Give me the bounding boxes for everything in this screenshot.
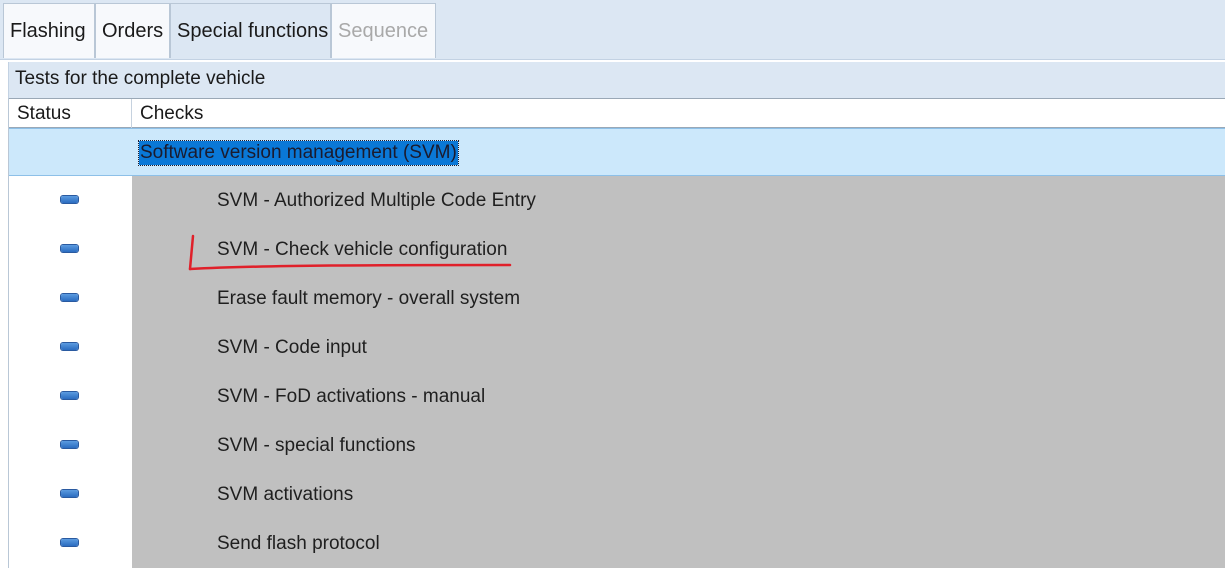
table-row[interactable]: SVM - Code input: [9, 323, 1225, 372]
check-cell: SVM - Code input: [132, 323, 1225, 372]
status-pending-icon: [61, 245, 78, 252]
table-row[interactable]: Send flash protocol: [9, 519, 1225, 568]
check-label: SVM - Code input: [217, 337, 367, 358]
column-header-status[interactable]: Status: [9, 99, 132, 128]
status-pending-icon: [61, 294, 78, 301]
check-label: SVM - Authorized Multiple Code Entry: [217, 190, 536, 211]
status-pending-icon: [61, 539, 78, 546]
status-pending-icon: [61, 490, 78, 497]
status-cell: [9, 176, 132, 225]
status-pending-icon: [61, 441, 78, 448]
status-cell: [9, 372, 132, 421]
status-pending-icon: [61, 392, 78, 399]
checks-table: Status Checks Software version managemen…: [8, 98, 1225, 568]
status-pending-icon: [61, 343, 78, 350]
table-row[interactable]: SVM activations: [9, 470, 1225, 519]
tab-orders[interactable]: Orders: [95, 3, 170, 58]
check-label: Erase fault memory - overall system: [217, 288, 521, 309]
status-pending-icon: [61, 196, 78, 203]
status-cell: [9, 323, 132, 372]
check-cell: SVM - special functions: [132, 421, 1225, 470]
table-row[interactable]: SVM - special functions: [9, 421, 1225, 470]
status-cell: [9, 225, 132, 274]
tab-flashing[interactable]: Flashing: [3, 3, 95, 58]
tab-strip: Flashing Orders Special functions Sequen…: [0, 0, 1225, 60]
status-cell: [9, 274, 132, 323]
status-cell: [9, 470, 132, 519]
check-cell: Send flash protocol: [132, 519, 1225, 568]
check-label: SVM - FoD activations - manual: [217, 386, 486, 407]
check-cell: SVM - FoD activations - manual: [132, 372, 1225, 421]
status-cell: [9, 519, 132, 568]
check-cell: SVM activations: [132, 470, 1225, 519]
group-row-svm[interactable]: Software version management (SVM): [9, 128, 1225, 176]
tab-special-functions[interactable]: Special functions: [170, 3, 331, 58]
status-cell: [9, 421, 132, 470]
table-row[interactable]: SVM - FoD activations - manual: [9, 372, 1225, 421]
check-cell: SVM - Authorized Multiple Code Entry: [132, 176, 1225, 225]
check-label: SVM - Check vehicle configuration: [217, 239, 508, 260]
check-cell: SVM - Check vehicle configuration: [132, 225, 1225, 274]
tab-sequence: Sequence: [331, 3, 436, 58]
check-label: Send flash protocol: [217, 533, 380, 554]
section-title: Tests for the complete vehicle: [8, 62, 1225, 98]
table-row[interactable]: Erase fault memory - overall system: [9, 274, 1225, 323]
app-window: Flashing Orders Special functions Sequen…: [0, 0, 1225, 585]
group-label: Software version management (SVM): [138, 140, 459, 166]
table-row[interactable]: SVM - Authorized Multiple Code Entry: [9, 176, 1225, 225]
column-header-checks[interactable]: Checks: [132, 99, 1225, 128]
table-header: Status Checks: [9, 98, 1225, 128]
check-cell: Erase fault memory - overall system: [132, 274, 1225, 323]
check-rows: SVM - Authorized Multiple Code Entry SVM…: [9, 176, 1225, 568]
check-label: SVM activations: [217, 484, 354, 505]
table-row[interactable]: SVM - Check vehicle configuration: [9, 225, 1225, 274]
check-label: SVM - special functions: [217, 435, 416, 456]
